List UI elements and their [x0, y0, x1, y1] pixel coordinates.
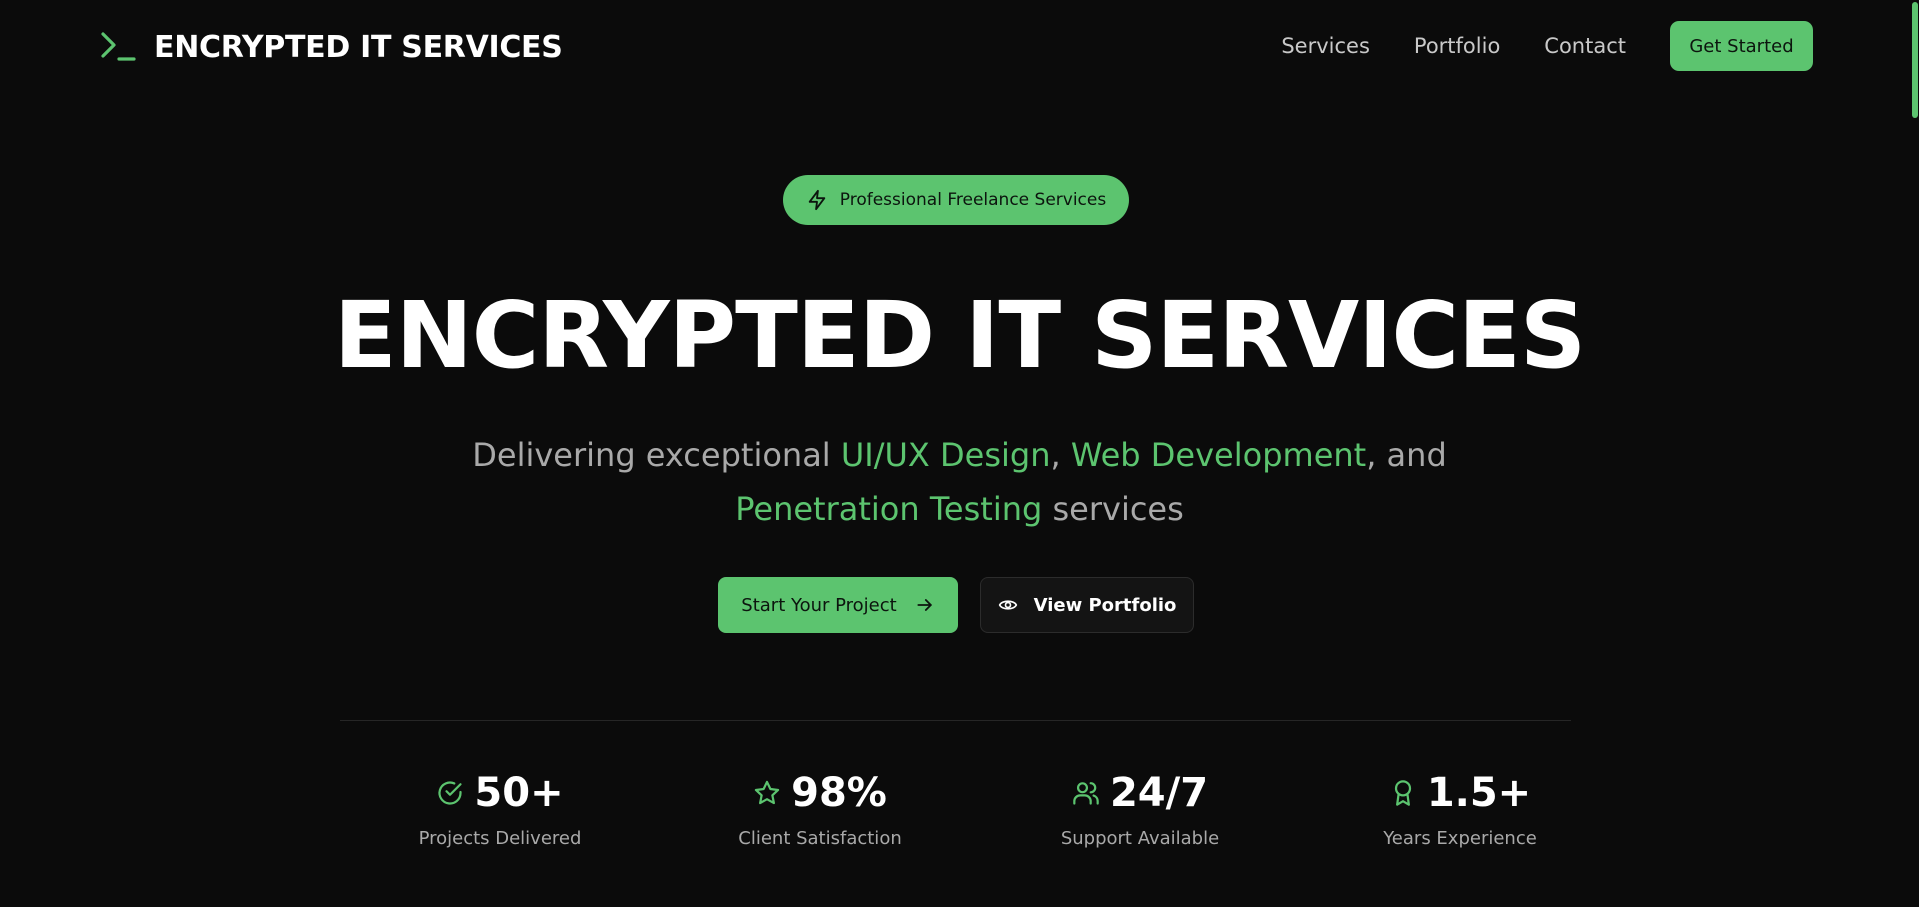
nav-link-services[interactable]: Services	[1281, 34, 1370, 58]
stat-satisfaction: 98% Client Satisfaction	[660, 766, 980, 849]
view-portfolio-label: View Portfolio	[1033, 594, 1177, 616]
subtitle-text: ,	[1050, 436, 1071, 474]
brand-name: ENCRYPTED IT SERVICES	[154, 29, 563, 65]
subtitle-highlight-pentest: Penetration Testing	[735, 490, 1043, 528]
subtitle-text: Delivering exceptional	[472, 436, 841, 474]
star-icon	[754, 780, 780, 805]
scrollbar-thumb[interactable]	[1912, 2, 1918, 118]
brand[interactable]: ENCRYPTED IT SERVICES	[100, 26, 563, 68]
nav-links: Services Portfolio Contact Get Started	[1281, 21, 1813, 71]
start-project-button[interactable]: Start Your Project	[718, 577, 958, 633]
hero-cta-row: Start Your Project View Portfolio	[718, 577, 1194, 633]
nav-link-portfolio[interactable]: Portfolio	[1414, 34, 1500, 58]
section-divider	[340, 720, 1571, 721]
hero-badge: Professional Freelance Services	[783, 175, 1129, 225]
top-nav: ENCRYPTED IT SERVICES Services Portfolio…	[0, 0, 1919, 92]
stat-value: 24/7	[1109, 770, 1209, 816]
view-portfolio-button[interactable]: View Portfolio	[980, 577, 1194, 633]
award-icon	[1394, 780, 1411, 806]
stat-projects: 50+ Projects Delivered	[340, 766, 660, 849]
stat-label: Projects Delivered	[418, 828, 582, 849]
stat-experience: 1.5+ Years Experience	[1300, 766, 1620, 849]
terminal-prompt-icon	[101, 32, 136, 61]
check-circle-icon	[438, 781, 463, 805]
start-project-label: Start Your Project	[741, 594, 897, 616]
subtitle-text: , and	[1366, 436, 1447, 474]
stat-label: Client Satisfaction	[738, 828, 902, 849]
subtitle-highlight-webdev: Web Development	[1070, 436, 1367, 474]
page-scrollbar[interactable]	[1910, 0, 1919, 907]
subtitle-text: services	[1042, 490, 1184, 528]
stat-label: Support Available	[1060, 828, 1220, 849]
stat-value: 1.5+	[1426, 770, 1532, 816]
nav-link-contact[interactable]: Contact	[1544, 34, 1626, 58]
landing-page: ENCRYPTED IT SERVICES Services Portfolio…	[0, 0, 1919, 907]
stat-support: 24/7 Support Available	[980, 766, 1300, 849]
users-icon	[1073, 782, 1099, 805]
stat-value: 50+	[474, 770, 564, 816]
subtitle-highlight-uiux: UI/UX Design	[840, 436, 1051, 474]
stat-value: 98%	[791, 770, 887, 816]
hero-badge-label: Professional Freelance Services	[839, 190, 1107, 210]
stats-row: 50+ Projects Delivered 98% Client Satisf…	[340, 766, 1620, 876]
get-started-button[interactable]: Get Started	[1670, 21, 1813, 71]
stat-label: Years Experience	[1383, 828, 1537, 849]
hero-subtitle: Delivering exceptional UI/UX Design, Web…	[470, 428, 1449, 536]
hero-title: ENCRYPTED IT SERVICES	[333, 282, 1586, 389]
lightning-icon	[808, 189, 826, 211]
arrow-right-icon	[917, 599, 932, 611]
eye-icon	[998, 600, 1017, 610]
